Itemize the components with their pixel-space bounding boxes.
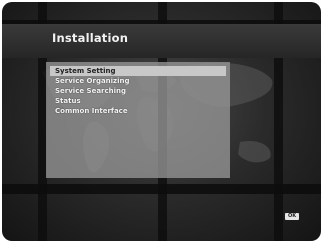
menu-item-service-organizing[interactable]: Service Organizing bbox=[50, 76, 226, 86]
menu-item-common-interface[interactable]: Common Interface bbox=[50, 106, 226, 116]
page-title: Installation bbox=[52, 31, 129, 45]
ok-button[interactable]: OK bbox=[285, 213, 299, 220]
title-bar bbox=[2, 24, 321, 58]
menu-item-service-searching[interactable]: Service Searching bbox=[50, 86, 226, 96]
menu-item-status[interactable]: Status bbox=[50, 96, 226, 106]
installation-menu: System Setting Service Organizing Servic… bbox=[50, 66, 226, 116]
menu-item-system-setting[interactable]: System Setting bbox=[50, 66, 226, 76]
